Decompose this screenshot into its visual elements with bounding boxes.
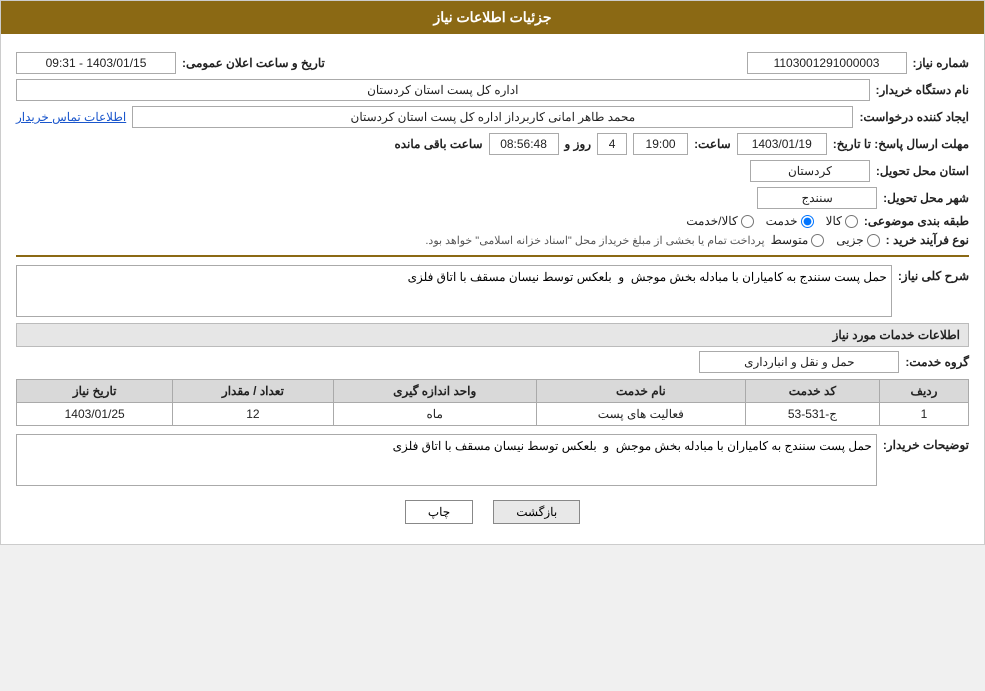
services-table: ردیف کد خدمت نام خدمت واحد اندازه گیری ت…	[16, 379, 969, 426]
ittila-tamas-link[interactable]: اطلاعات تماس خریدار	[16, 110, 126, 124]
cell-nam: فعالیت های پست	[536, 403, 745, 426]
tarikh-label: تاریخ و ساعت اعلان عمومی:	[182, 56, 325, 70]
ostan-tahvil-label: استان محل تحویل:	[876, 164, 969, 178]
button-group: بازگشت چاپ	[16, 500, 969, 524]
toseeh-textarea[interactable]	[16, 434, 877, 486]
goroh-value: حمل و نقل و انبارداری	[699, 351, 899, 373]
mohlat-baqi-value: 08:56:48	[489, 133, 559, 155]
tabaqe-radio-group: کالا خدمت کالا/خدمت	[686, 214, 858, 228]
ijad-konande-label: ایجاد کننده درخواست:	[859, 110, 969, 124]
ostan-tahvil-value: کردستان	[750, 160, 870, 182]
cell-tarikh: 1403/01/25	[17, 403, 173, 426]
khadamat-section-header: اطلاعات خدمات مورد نیاز	[16, 323, 969, 347]
mohlat-saat-label: ساعت:	[694, 137, 731, 151]
shahr-tahvil-label: شهر محل تحویل:	[883, 191, 969, 205]
mohlat-date: 1403/01/19	[737, 133, 827, 155]
col-kod: کد خدمت	[745, 380, 879, 403]
tabaqe-label: طبقه بندی موضوعی:	[864, 214, 969, 228]
cell-radif: 1	[879, 403, 968, 426]
sharh-textarea[interactable]	[16, 265, 892, 317]
page-header: جزئیات اطلاعات نیاز	[1, 1, 984, 34]
cell-tedad: 12	[173, 403, 333, 426]
mohlat-label: مهلت ارسال پاسخ: تا تاریخ:	[833, 137, 969, 151]
col-nam: نام خدمت	[536, 380, 745, 403]
back-button[interactable]: بازگشت	[493, 500, 580, 524]
mohlat-rooz-value: 4	[597, 133, 627, 155]
mohlat-baqi-label: ساعت باقی مانده	[394, 137, 482, 151]
tabaqe-option-kala-khedmat[interactable]: کالا/خدمت	[686, 214, 753, 228]
shomara-niaz-value: 1103001291000003	[747, 52, 907, 74]
nam-dastgah-label: نام دستگاه خریدار:	[876, 83, 970, 97]
mohlat-saat: 19:00	[633, 133, 688, 155]
sharh-label: شرح کلی نیاز:	[898, 265, 969, 283]
goroh-label: گروه خدمت:	[905, 355, 969, 369]
mohlat-rooz-label: روز و	[565, 137, 592, 151]
noe-farayand-motavaset[interactable]: متوسط	[771, 233, 825, 247]
shomara-niaz-label: شماره نیاز:	[913, 56, 969, 70]
table-row: 1ج-531-53فعالیت های پستماه121403/01/25	[17, 403, 969, 426]
tarikh-value: 1403/01/15 - 09:31	[16, 52, 176, 74]
noe-farayand-radio-group: جزیی متوسط	[771, 233, 880, 247]
noe-farayand-note: پرداخت تمام یا بخشی از مبلغ خریداز محل "…	[425, 234, 764, 247]
tabaqe-option-khedmat[interactable]: خدمت	[766, 214, 814, 228]
col-vahed: واحد اندازه گیری	[333, 380, 536, 403]
cell-vahed: ماه	[333, 403, 536, 426]
shahr-tahvil-value: سنندج	[757, 187, 877, 209]
noe-farayand-jozii[interactable]: جزیی	[836, 233, 879, 247]
col-tedad: تعداد / مقدار	[173, 380, 333, 403]
col-radif: ردیف	[879, 380, 968, 403]
print-button[interactable]: چاپ	[405, 500, 473, 524]
ijad-konande-value: محمد طاهر امانی کاربرداز اداره کل پست اس…	[132, 106, 853, 128]
col-tarikh: تاریخ نیاز	[17, 380, 173, 403]
tabaqe-option-kala[interactable]: کالا	[826, 214, 858, 228]
toseeh-label: توضیحات خریدار:	[883, 434, 969, 452]
noe-farayand-label: نوع فرآیند خرید :	[886, 233, 969, 247]
nam-dastgah-value: اداره کل پست استان کردستان	[16, 79, 870, 101]
cell-kod: ج-531-53	[745, 403, 879, 426]
